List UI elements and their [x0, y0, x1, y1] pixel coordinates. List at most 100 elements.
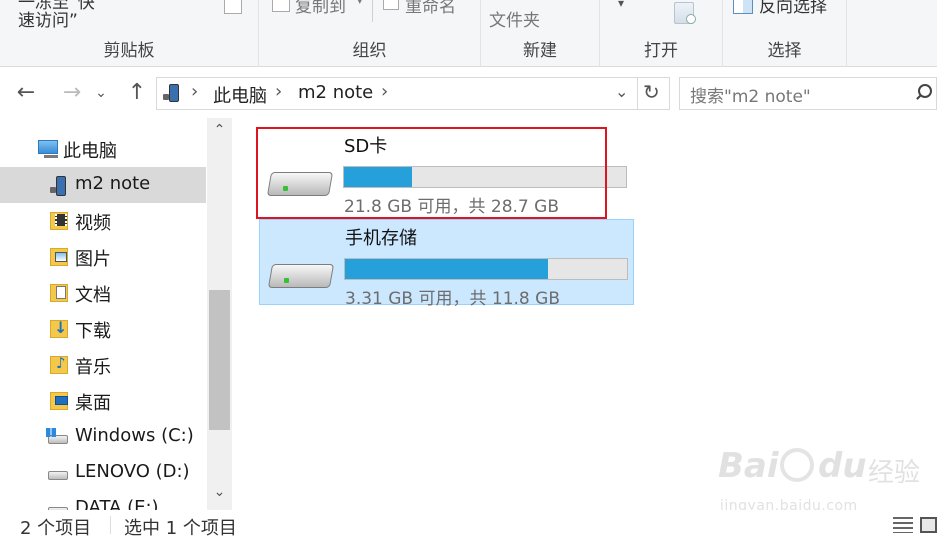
large-icons-view-icon[interactable] [920, 517, 937, 533]
capacity-bar [344, 258, 628, 280]
music-note-icon: ♪ [56, 354, 66, 372]
invert-selection-button[interactable]: 反向选择 [759, 0, 827, 17]
address-phone-pin [163, 94, 169, 100]
nav-item-desktop[interactable]: 桌面 [0, 383, 206, 419]
picture-icon [55, 252, 67, 262]
breadcrumb-separator[interactable]: › [275, 81, 282, 102]
watermark-cn: 经验 [868, 458, 921, 488]
drive-capacity-text: 3.31 GB 可用，共 11.8 GB [345, 289, 560, 309]
ribbon: 一冻至“快 速访问” 剪贴板 复制到 ▾ 重命名 组织 文件夹 新建 ▾ 打开 … [0, 0, 937, 67]
nav-item-lenovo-d[interactable]: LENOVO (D:) [0, 455, 206, 491]
clipboard-group-label: 剪贴板 [103, 41, 155, 61]
scroll-down-arrow[interactable]: ⌄ [207, 484, 232, 500]
ribbon-divider [372, 0, 373, 22]
nav-item-videos[interactable]: 视频 [0, 203, 206, 239]
nav-item-label: 文档 [75, 285, 111, 306]
up-button[interactable]: ↑ [123, 80, 151, 108]
breadcrumb-separator[interactable]: › [191, 81, 198, 102]
download-arrow-icon: ↓ [54, 318, 68, 337]
forward-button[interactable]: → [58, 80, 86, 108]
nav-item-label: DATA (E:) [75, 497, 159, 510]
watermark-brand: Bai [718, 446, 779, 486]
nav-item-label: 此电脑 [63, 141, 117, 162]
nav-item-label: 音乐 [75, 357, 111, 378]
status-divider [110, 516, 111, 534]
open-group-label: 打开 [644, 41, 678, 61]
invert-selection-icon [733, 0, 753, 14]
organize-group: 复制到 ▾ 重命名 组织 [259, 0, 481, 67]
watermark-brand-2: du [818, 446, 867, 486]
nav-item-label: 桌面 [75, 393, 111, 414]
computer-stand-icon [44, 155, 58, 158]
nav-item-this-pc[interactable]: 此电脑 [0, 131, 206, 167]
search-input[interactable]: 搜索"m2 note" [690, 82, 811, 107]
computer-icon [38, 140, 58, 154]
drive-icon [48, 471, 68, 480]
nav-item-label: Windows (C:) [75, 425, 194, 446]
phone-icon [56, 176, 66, 196]
nav-item-label: m2 note [75, 173, 151, 194]
nav-item-documents[interactable]: 文档 [0, 275, 206, 311]
nav-item-label: 下载 [75, 321, 111, 342]
open-dropdown-icon[interactable]: ▾ [618, 0, 624, 10]
scroll-thumb[interactable] [209, 290, 230, 430]
rename-icon [383, 0, 399, 10]
nav-item-label: LENOVO (D:) [75, 461, 190, 482]
item-count: 2 个项目 [20, 518, 92, 539]
phone-pin-icon [50, 187, 56, 193]
breadcrumb-this-pc[interactable]: 此电脑 [213, 82, 267, 108]
rename-button[interactable]: 重命名 [405, 0, 456, 17]
new-folder-button[interactable]: 文件夹 [489, 6, 540, 31]
scroll-up-arrow[interactable]: ⌃ [207, 122, 232, 138]
address-row: ← → ⌄ ↑ › 此电脑 › m2 note › ⌄ ↻ 搜索"m2 note… [0, 68, 937, 118]
copy-to-icon [272, 0, 290, 12]
details-view-icon[interactable] [893, 517, 913, 533]
nav-item-m2-note[interactable]: m2 note [0, 167, 206, 203]
nav-item-downloads[interactable]: ↓ 下载 [0, 311, 206, 347]
address-history-dropdown[interactable]: ⌄ [615, 82, 628, 101]
copy-to-dropdown-icon[interactable]: ▾ [357, 0, 363, 7]
document-icon [56, 286, 66, 299]
film-icon [55, 214, 67, 226]
open-group: ▾ 打开 [600, 0, 723, 67]
select-group-label: 选择 [767, 41, 802, 61]
navigation-pane: 此电脑 m2 note 视频 图片 文档 ↓ 下载 ♪ 音乐 桌面 Window… [0, 118, 232, 510]
status-bar: 2 个项目 选中 1 个项目 [0, 510, 937, 540]
drive-icon [267, 264, 335, 288]
breadcrumb-m2-note[interactable]: m2 note [298, 82, 373, 103]
refresh-icon[interactable]: ↻ [643, 80, 660, 104]
recent-locations-dropdown[interactable]: ⌄ [92, 80, 110, 108]
windows-logo-icon [46, 428, 56, 437]
copy-to-button[interactable]: 复制到 [295, 0, 346, 17]
back-button[interactable]: ← [12, 80, 40, 108]
nav-item-music[interactable]: ♪ 音乐 [0, 347, 206, 383]
nav-item-windows-c[interactable]: Windows (C:) [0, 419, 206, 455]
nav-item-label: 图片 [75, 249, 111, 270]
nav-scrollbar[interactable]: ⌃ ⌄ [207, 118, 232, 510]
phone-icon [169, 84, 179, 102]
drive-tile-phone-storage[interactable]: 手机存储 3.31 GB 可用，共 11.8 GB [259, 219, 634, 309]
refresh-divider [637, 78, 638, 109]
paw-icon [780, 448, 814, 482]
selected-count: 选中 1 个项目 [124, 518, 237, 539]
paste-shortcut-icon[interactable] [224, 0, 242, 14]
nav-item-data-e[interactable]: DATA (E:) [0, 491, 206, 510]
search-box[interactable]: 搜索"m2 note" [679, 77, 937, 110]
clipboard-group: 一冻至“快 速访问” 剪贴板 [0, 0, 259, 67]
pin-quick-access-button[interactable]: 速访问” [18, 6, 78, 31]
nav-item-pictures[interactable]: 图片 [0, 239, 206, 275]
select-group: 反向选择 选择 [723, 0, 847, 67]
drive-name: 手机存储 [345, 228, 417, 249]
organize-group-label: 组织 [352, 41, 387, 61]
nav-item-label: 视频 [75, 213, 111, 234]
new-group-label: 新建 [523, 41, 557, 61]
breadcrumb-separator[interactable]: › [381, 81, 388, 102]
desktop-screen-icon [55, 396, 68, 405]
new-group: 文件夹 新建 [481, 0, 600, 67]
capacity-bar-fill [345, 259, 549, 279]
address-bar[interactable]: › 此电脑 › m2 note › ⌄ ↻ [156, 77, 670, 110]
baidu-watermark: Bai du 经验 jingyan.baidu.com [718, 438, 937, 518]
annotation-highlight-box [256, 127, 607, 219]
drive-led-icon [284, 278, 289, 283]
history-badge-icon [686, 14, 696, 24]
